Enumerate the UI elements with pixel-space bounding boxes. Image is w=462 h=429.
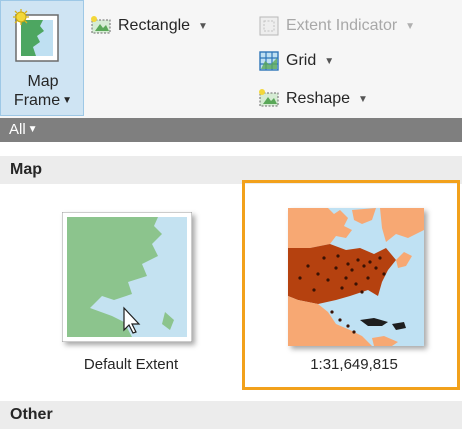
- section-title: Other: [10, 406, 53, 423]
- map-frame-button[interactable]: Map Frame ▼: [0, 0, 84, 116]
- reshape-button[interactable]: Reshape ▼: [258, 88, 368, 110]
- extent-indicator-label: Extent Indicator: [286, 17, 398, 34]
- extent-indicator-button[interactable]: Extent Indicator ▼: [258, 15, 415, 37]
- rectangle-icon: [90, 15, 112, 37]
- chevron-down-icon: ▼: [405, 20, 416, 32]
- rectangle-label: Rectangle: [118, 17, 191, 34]
- map-frame-label-text: Frame: [13, 92, 61, 109]
- reshape-label: Reshape: [286, 90, 351, 107]
- extent-indicator-icon: [258, 15, 280, 37]
- filter-label: All: [9, 121, 26, 138]
- chevron-down-icon: ▼: [358, 93, 368, 105]
- map-frame-label-line1: Map: [27, 73, 59, 90]
- grid-icon: [258, 50, 280, 72]
- item-caption: 1:31,649,815: [310, 356, 398, 373]
- filter-dropdown[interactable]: All ▼: [9, 121, 38, 138]
- grid-label: Grid: [286, 52, 317, 69]
- item-caption: Default Extent: [83, 356, 179, 373]
- gallery-filter-bar: All ▼: [0, 118, 462, 142]
- rectangle-button[interactable]: Rectangle ▼: [90, 15, 208, 37]
- chevron-down-icon: ▼: [324, 55, 335, 67]
- gallery-item-default-extent[interactable]: Default Extent: [56, 206, 206, 382]
- section-title: Map: [10, 161, 42, 178]
- grid-button[interactable]: Grid ▼: [258, 50, 334, 72]
- chevron-down-icon: ▼: [62, 95, 73, 106]
- section-header-other: Other: [0, 401, 462, 429]
- gallery-item-scale-extent[interactable]: 1:31,649,815: [262, 204, 446, 384]
- chevron-down-icon: ▼: [27, 124, 38, 135]
- scale-extent-thumbnail: [288, 208, 424, 346]
- chevron-down-icon: ▼: [198, 20, 208, 32]
- default-extent-thumbnail: [61, 211, 193, 343]
- map-frame-label-line2: Frame ▼: [1, 92, 85, 110]
- reshape-icon: [258, 88, 280, 110]
- map-frame-icon: [13, 9, 63, 70]
- ribbon: Map Frame ▼ Rectangle ▼ Extent Indicator …: [0, 0, 462, 118]
